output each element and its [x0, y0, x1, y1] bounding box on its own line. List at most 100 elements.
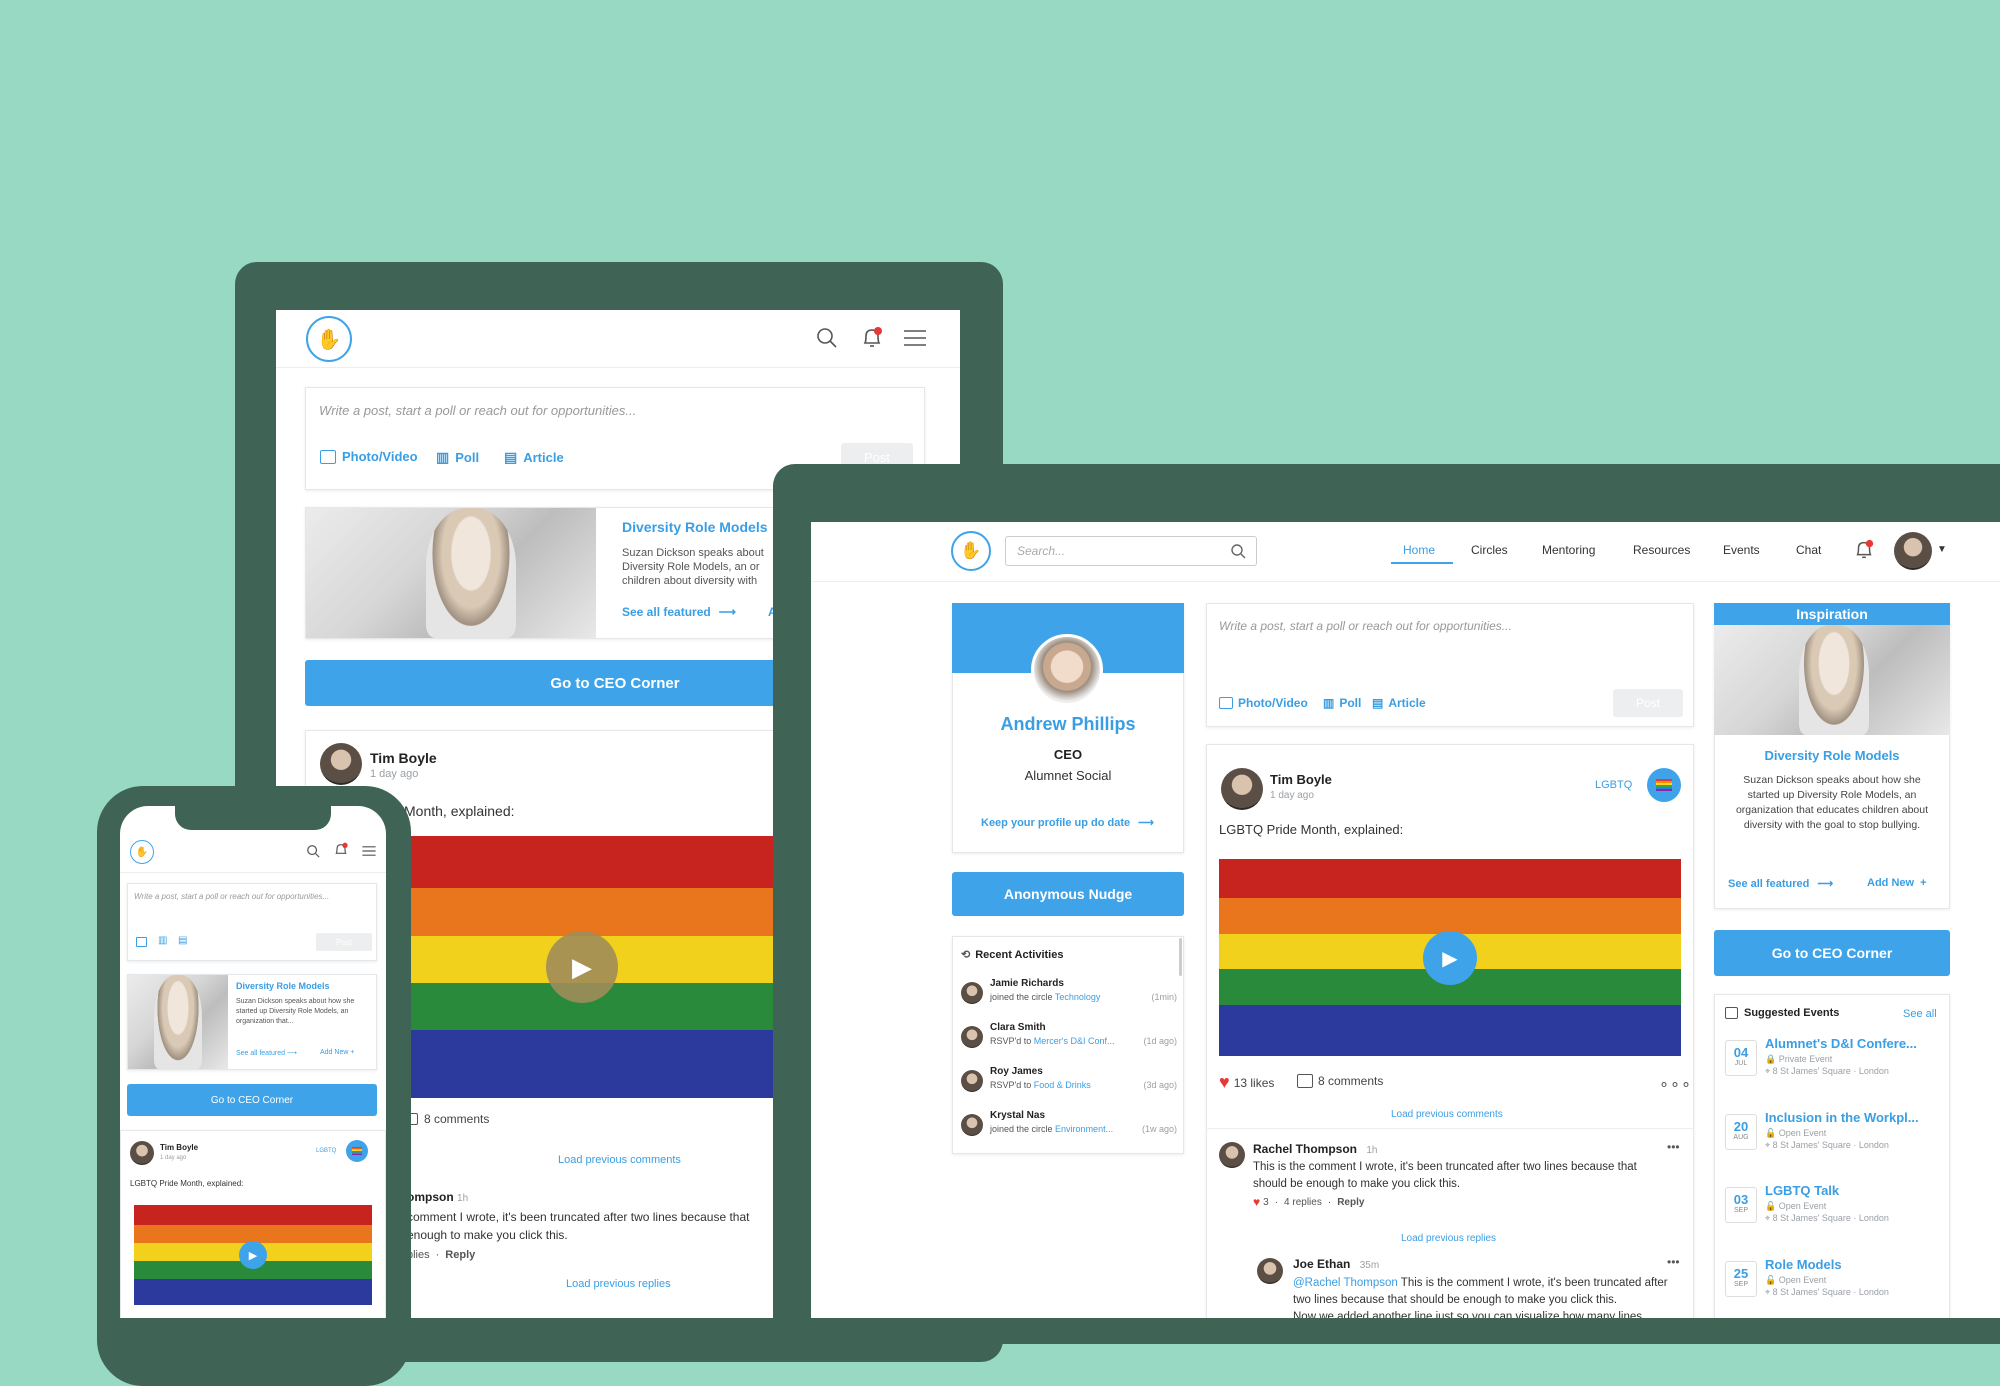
logo-icon[interactable]: ✋ [306, 316, 352, 362]
search-icon[interactable] [1230, 543, 1246, 564]
see-all-events-link[interactable]: See all [1903, 1008, 1937, 1020]
post-author[interactable]: Tim Boyle [160, 1143, 198, 1152]
activity-target[interactable]: Environment... [1055, 1124, 1113, 1134]
activity-target[interactable]: Technology [1055, 992, 1101, 1002]
play-icon[interactable]: ▶ [1423, 931, 1477, 985]
post-tag[interactable]: LGBTQ [1595, 779, 1632, 791]
reply-avatar[interactable] [1257, 1258, 1283, 1284]
load-previous-comments[interactable]: Load previous comments [1391, 1109, 1503, 1120]
menu-icon[interactable] [904, 328, 926, 348]
post-avatar[interactable] [320, 743, 362, 785]
activity-item[interactable]: Jamie Richards joined the circle Technol… [957, 976, 1181, 1012]
profile-avatar[interactable] [1031, 634, 1103, 706]
nav-events[interactable]: Events [1723, 543, 1760, 557]
activity-target[interactable]: Food & Drinks [1034, 1080, 1091, 1090]
poll-button[interactable]: ▥ Poll [436, 449, 479, 466]
activity-item[interactable]: Krystal Nas joined the circle Environmen… [957, 1108, 1181, 1144]
post-avatar[interactable] [1221, 768, 1263, 810]
recent-scrollbar[interactable] [1179, 938, 1182, 976]
featured-title[interactable]: Diversity Role Models [622, 519, 768, 535]
nav-chat[interactable]: Chat [1796, 543, 1821, 557]
post-author[interactable]: Tim Boyle [370, 750, 437, 766]
see-all-featured-link[interactable]: See all featured ⟶ [622, 605, 736, 619]
event-item[interactable]: 04 JUL Alumnet's D&I Confere... 🔒 Privat… [1725, 1034, 1945, 1094]
search-icon[interactable] [816, 327, 838, 349]
event-item[interactable]: 03 SEP LGBTQ Talk 🔓 Open Event ⌖ 8 St Ja… [1725, 1181, 1945, 1241]
activity-action: RSVP'd to [990, 1080, 1034, 1090]
event-item[interactable]: 25 SEP Role Models 🔓 Open Event ⌖ 8 St J… [1725, 1255, 1945, 1315]
post-tag[interactable]: LGBTQ [316, 1148, 336, 1154]
activity-item[interactable]: Clara Smith RSVP'd to Mercer's D&I Conf.… [957, 1020, 1181, 1056]
reply-button[interactable]: Reply [1337, 1197, 1364, 1208]
photo-video-button[interactable]: Photo/Video [320, 449, 418, 464]
ceo-corner-button[interactable]: Go to CEO Corner [1714, 930, 1950, 976]
bell-icon[interactable] [333, 842, 349, 863]
profile-update-link[interactable]: Keep your profile up do date ⟶ [981, 816, 1154, 830]
activity-target[interactable]: Mercer's D&I Conf... [1034, 1036, 1115, 1046]
image-icon[interactable] [136, 937, 147, 947]
ceo-corner-button[interactable]: Go to CEO Corner [127, 1084, 377, 1116]
phone-header-divider [120, 872, 386, 873]
post-button[interactable]: Post [1613, 689, 1683, 717]
nav-home[interactable]: Home [1403, 543, 1435, 557]
photo-video-button[interactable]: Photo/Video [1219, 696, 1308, 710]
nav-circles[interactable]: Circles [1471, 543, 1508, 557]
logo-icon[interactable]: ✋ [130, 840, 154, 864]
poll-icon[interactable]: ▥ [158, 935, 167, 946]
add-new-link[interactable]: Add New + [1867, 877, 1927, 889]
search-icon[interactable] [306, 844, 320, 863]
composer-input[interactable]: Write a post, start a poll or reach out … [134, 892, 329, 901]
replies-label[interactable]: 4 replies [1284, 1197, 1322, 1208]
arrow-right-icon: ⟶ [1138, 817, 1154, 829]
bell-icon[interactable] [1853, 539, 1875, 566]
article-button[interactable]: ▤ Article [1372, 696, 1426, 710]
pride-flag-video[interactable]: ▶ [134, 1205, 372, 1305]
chevron-down-icon[interactable]: ▼ [1937, 544, 1947, 555]
featured-title[interactable]: Diversity Role Models [236, 981, 330, 991]
anonymous-nudge-button[interactable]: Anonymous Nudge [952, 872, 1184, 916]
more-options-icon[interactable]: ∘∘∘ [1659, 1074, 1692, 1094]
post-button[interactable]: Post [316, 933, 372, 951]
article-button[interactable]: ▤ Article [504, 449, 564, 466]
load-previous-replies[interactable]: Load previous replies [566, 1278, 671, 1290]
more-options-icon[interactable]: ••• [1667, 1255, 1680, 1269]
more-options-icon[interactable]: ••• [1667, 1140, 1680, 1154]
photo-video-label: Photo/Video [1238, 696, 1308, 710]
play-icon[interactable]: ▶ [239, 1241, 267, 1269]
heart-icon[interactable]: ♥ [1253, 1195, 1260, 1209]
logo-icon[interactable]: ✋ [951, 531, 991, 571]
nav-resources[interactable]: Resources [1633, 543, 1690, 557]
post-author[interactable]: Tim Boyle [1270, 772, 1332, 787]
search-input[interactable]: Search... [1005, 536, 1257, 566]
add-new-link[interactable]: Add New + [320, 1049, 354, 1056]
play-icon[interactable]: ▶ [546, 931, 618, 1003]
nav-mentoring[interactable]: Mentoring [1542, 543, 1595, 557]
comment-actions: ♥ 3 · 4 replies · Reply [1253, 1195, 1364, 1209]
comment-author[interactable]: ompson 1h [407, 1190, 468, 1204]
composer-input[interactable]: Write a post, start a poll or reach out … [1219, 619, 1512, 633]
menu-icon[interactable] [362, 844, 376, 862]
comments-count[interactable]: 8 comments [405, 1112, 489, 1126]
see-all-featured-link[interactable]: See all featured ⟶ [1728, 877, 1833, 891]
reply-mention[interactable]: @Rachel Thompson [1293, 1277, 1398, 1289]
load-previous-comments[interactable]: Load previous comments [558, 1154, 681, 1166]
profile-name[interactable]: Andrew Phillips [952, 714, 1184, 735]
activity-item[interactable]: Roy James RSVP'd to Food & Drinks (3d ag… [957, 1064, 1181, 1100]
reply-button[interactable]: Reply [445, 1249, 475, 1261]
like-button[interactable]: ♥ 13 likes [1219, 1072, 1274, 1093]
poll-button[interactable]: ▥ Poll [1323, 696, 1361, 710]
event-item[interactable]: 20 AUG Inclusion in the Workpl... 🔓 Open… [1725, 1108, 1945, 1168]
comment-avatar[interactable] [1219, 1142, 1245, 1168]
composer-input[interactable]: Write a post, start a poll or reach out … [319, 403, 636, 418]
bell-icon[interactable] [860, 326, 884, 350]
user-avatar[interactable] [1894, 532, 1932, 570]
article-icon[interactable]: ▤ [178, 935, 187, 946]
reply-author[interactable]: Joe Ethan 35m [1293, 1257, 1379, 1271]
post-avatar[interactable] [130, 1141, 154, 1165]
load-previous-replies[interactable]: Load previous replies [1401, 1233, 1496, 1244]
see-all-featured-link[interactable]: See all featured ⟶ [236, 1049, 297, 1057]
comment-author[interactable]: Rachel Thompson 1h [1253, 1142, 1377, 1156]
comments-count[interactable]: 8 comments [1297, 1074, 1383, 1088]
inspiration-title[interactable]: Diversity Role Models [1714, 748, 1950, 763]
pride-flag-video[interactable]: ▶ [1219, 859, 1681, 1056]
